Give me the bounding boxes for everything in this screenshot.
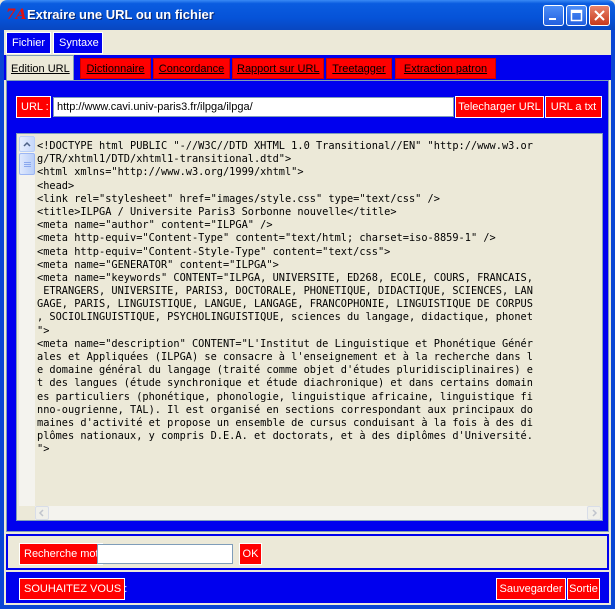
window-frame: Fichier Syntaxe Edition URL Dictionnaire… [0,30,615,609]
tab-edition-url[interactable]: Edition URL [6,55,74,80]
tab-rapport-sur-url[interactable]: Rapport sur URL [232,58,324,79]
title-bar[interactable]: 7A Extraire une URL ou un fichier [0,0,615,30]
source-line: nno-ougrienne, TAL). Il est organisé en … [37,403,533,416]
source-line: ETRANGERS, UNIVERSITE, PARIS3, DOCTORALE… [37,285,533,298]
footer-bar: SOUHAITEZ VOUS : Sauvegarder Sortie [6,572,609,603]
scroll-left-button[interactable] [35,506,49,520]
vertical-scrollbar[interactable] [19,136,35,506]
source-line: <link rel="stylesheet" href="images/styl… [37,192,440,205]
minimize-button[interactable] [543,5,564,26]
source-line: <meta name="author" content="ILPGA" /> [37,219,273,232]
souhaitez-vous-label: SOUHAITEZ VOUS : [19,578,127,600]
url-input[interactable] [53,97,454,117]
source-line: "> [37,443,50,456]
source-line: <meta http-equiv="Content-Style-Type" co… [37,245,391,258]
search-ok-button[interactable]: OK [239,543,262,565]
maximize-icon [570,9,583,22]
horizontal-scrollbar[interactable] [35,506,601,520]
tab-dictionnaire[interactable]: Dictionnaire [80,58,151,79]
chevron-left-icon [38,509,44,517]
source-line: <html xmlns="http://www.w3.org/1999/xhtm… [37,166,304,179]
close-icon [594,10,605,21]
source-line: es particuliers (phonétique, phonologie,… [37,390,533,403]
menu-fichier[interactable]: Fichier [6,32,51,54]
source-line: <meta name="GENERATOR" content="ILPGA"> [37,258,279,271]
minimize-icon [549,18,556,20]
source-line: "> [37,324,50,337]
tab-extraction-patron[interactable]: Extraction patron [395,58,496,79]
source-text-area[interactable]: <!DOCTYPE html PUBLIC "-//W3C//DTD XHTML… [16,133,603,521]
source-line: t des langues (étude synchronique et étu… [37,377,533,390]
source-line: g/TR/xhtml1/DTD/xhtml1-transitional.dtd"… [37,153,292,166]
close-button[interactable] [589,5,610,26]
source-line: <!DOCTYPE html PUBLIC "-//W3C//DTD XHTML… [37,140,533,152]
source-line: , SOCIOLINGUISTIQUE, PSYCHOLINGUISTIQUE,… [37,311,533,324]
sauvegarder-button[interactable]: Sauvegarder [496,578,566,600]
scroll-thumb[interactable] [19,153,35,175]
edition-url-panel: URL : Telecharger URL URL a txt [6,80,609,532]
source-line: GAGE, PARIS, LINGUISTIQUE, LANGUE, LANGA… [37,298,533,311]
app-icon: 7A [6,7,27,23]
scroll-right-button[interactable] [587,506,601,520]
telecharger-url-button[interactable]: Telecharger URL [455,96,544,118]
url-a-txt-button[interactable]: URL a txt [545,96,602,118]
tab-concordance[interactable]: Concordance [153,58,230,79]
chevron-up-icon [23,141,31,147]
tab-treetagger[interactable]: Treetagger [326,58,392,79]
source-line: <meta name="description" CONTENT="L'Inst… [37,337,533,350]
source-line: <head> [37,179,75,192]
source-line: plômes nationaux, y compris D.E.A. et do… [37,430,533,443]
recherche-mot-label: Recherche mot: [19,543,103,565]
chevron-right-icon [592,509,598,517]
source-line: <meta http-equiv="Content-Type" content=… [37,232,496,245]
url-row: URL : Telecharger URL URL a txt [16,96,603,119]
window-client: Fichier Syntaxe Edition URL Dictionnaire… [4,30,611,605]
source-line: ales et Appliquées (ILPGA) se consacre à… [37,351,533,363]
source-code-text: <!DOCTYPE html PUBLIC "-//W3C//DTD XHTML… [37,140,599,504]
source-line: <title>ILPGA / Universite Paris3 Sorbonn… [37,205,397,218]
menu-syntaxe[interactable]: Syntaxe [53,32,103,54]
url-label: URL : [16,96,51,118]
tab-strip: Edition URL Dictionnaire Concordance Rap… [4,55,611,80]
scroll-up-button[interactable] [19,136,35,152]
maximize-button[interactable] [566,5,587,26]
search-bar: Recherche mot: OK [6,534,609,570]
source-line: e domaine général du langage (traité com… [37,364,533,377]
source-line: maines d'activité et propose un ensemble… [37,416,533,429]
sortie-button[interactable]: Sortie [567,578,600,600]
window-title: Extraire une URL ou un fichier [27,7,214,22]
source-line: <meta name="keywords" CONTENT="ILPGA, UN… [37,271,533,284]
search-word-input[interactable] [97,544,233,564]
